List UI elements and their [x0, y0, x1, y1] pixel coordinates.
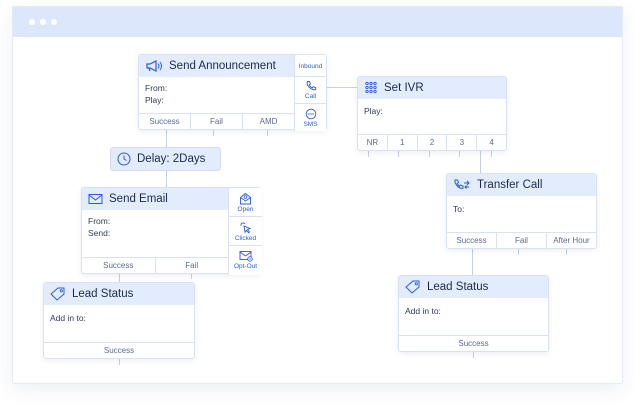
sms-tab[interactable]: SMS	[295, 104, 326, 131]
transfer-call-node[interactable]: Transfer Call To: Success Fail After Hou…	[446, 173, 597, 249]
output-key-3[interactable]: 3	[446, 135, 476, 150]
lead-status-node[interactable]: Lead Status Add in to: Success	[398, 275, 549, 352]
tag-icon	[50, 287, 66, 301]
send-announcement-node[interactable]: Send Announcement From: Play: Success Fa…	[138, 54, 327, 131]
from-field-label: From:	[88, 216, 111, 226]
email-outputs: Success Fail	[82, 257, 228, 273]
envelope-icon	[88, 193, 103, 205]
connector-announcement-ivr	[326, 87, 358, 88]
output-success[interactable]: Success	[399, 336, 548, 351]
set-ivr-title: Set IVR	[384, 82, 424, 94]
call-label: Call	[304, 93, 317, 100]
add-in-to-field-label: Add in to:	[50, 313, 86, 323]
ivr-outputs: NR 1 2 3 4	[358, 134, 506, 150]
inbound-label: Inbound	[298, 62, 323, 70]
delay-title: Delay: 2Days	[137, 153, 206, 165]
play-field-label: Play:	[364, 106, 383, 116]
connector-stub	[213, 130, 214, 136]
from-field-label: From:	[145, 83, 168, 93]
window-dot-minimize[interactable]	[40, 19, 46, 25]
connector-announcement-delay	[166, 130, 167, 147]
connector-email-lead	[119, 273, 120, 282]
clock-icon	[117, 152, 131, 166]
opt-out-tab[interactable]: Opt-Out	[229, 246, 262, 273]
send-field-label: Send:	[88, 228, 111, 238]
lead-status-outputs: Success	[44, 342, 194, 358]
send-email-title: Send Email	[109, 193, 168, 205]
transfer-outputs: Success Fail After Hour	[447, 232, 596, 248]
output-success[interactable]: Success	[447, 233, 496, 248]
connector-stub	[368, 151, 369, 157]
connector-stub	[566, 249, 567, 255]
email-event-panel: Open Clicked Opt-Out	[228, 188, 262, 275]
sms-icon	[305, 108, 317, 120]
output-fail[interactable]: Fail	[154, 258, 229, 273]
sms-label: SMS	[303, 120, 318, 128]
connector-stub	[491, 151, 492, 157]
play-field-label: Play:	[145, 95, 164, 105]
connector-delay-email	[166, 171, 167, 187]
to-field-label: To:	[453, 204, 465, 214]
tag-icon	[405, 280, 421, 294]
keypad-icon	[364, 81, 378, 95]
connector-stub	[518, 249, 519, 255]
connector-stub	[398, 151, 399, 157]
connector-stub	[119, 359, 120, 365]
window-titlebar	[13, 7, 622, 37]
call-tab[interactable]: Call	[295, 77, 326, 104]
output-success[interactable]: Success	[139, 114, 190, 129]
output-after-hour[interactable]: After Hour	[546, 233, 596, 248]
opt-out-icon	[239, 250, 253, 262]
lead-status-header: Lead Status	[399, 276, 548, 298]
delay-node[interactable]: Delay: 2Days	[110, 147, 221, 171]
output-key-4[interactable]: 4	[476, 135, 506, 150]
output-success[interactable]: Success	[44, 343, 194, 358]
lead-status-title: Lead Status	[427, 281, 489, 293]
transfer-call-title: Transfer Call	[477, 179, 543, 191]
output-key-1[interactable]: 1	[386, 135, 417, 150]
connector-stub	[429, 151, 430, 157]
open-tab[interactable]: Open	[229, 188, 262, 217]
lead-status-node[interactable]: Lead Status Add in to: Success	[43, 282, 195, 359]
window-dot-close[interactable]	[29, 19, 35, 25]
output-key-2[interactable]: 2	[416, 135, 447, 150]
connector-ivr-transfer	[480, 151, 481, 173]
send-email-node[interactable]: Send Email From: Send: Success Fail Open…	[81, 187, 262, 275]
output-success[interactable]: Success	[82, 258, 155, 273]
lead-status-header: Lead Status	[44, 283, 194, 305]
transfer-phone-icon	[453, 178, 471, 192]
lead-status-title: Lead Status	[72, 288, 134, 300]
open-label: Open	[237, 205, 254, 213]
send-announcement-header: Send Announcement	[139, 55, 294, 77]
output-fail[interactable]: Fail	[496, 233, 546, 248]
cursor-click-icon	[239, 221, 252, 234]
window-dot-maximize[interactable]	[51, 19, 57, 25]
phone-icon	[305, 80, 317, 92]
output-amd[interactable]: AMD	[242, 114, 294, 129]
connector-stub	[473, 352, 474, 358]
clicked-tab[interactable]: Clicked	[229, 217, 262, 246]
megaphone-icon	[145, 59, 163, 73]
announcement-outputs: Success Fail AMD	[139, 113, 294, 129]
lead-status-outputs: Success	[399, 335, 548, 351]
announcement-channel-panel: Inbound Call SMS	[294, 55, 326, 131]
connector-stub	[267, 130, 268, 136]
opt-out-label: Opt-Out	[233, 262, 258, 270]
set-ivr-node[interactable]: Set IVR Play: NR 1 2 3 4	[357, 76, 507, 151]
output-nr[interactable]: NR	[358, 135, 387, 150]
transfer-call-header: Transfer Call	[447, 174, 596, 196]
connector-stub	[459, 151, 460, 157]
set-ivr-header: Set IVR	[358, 77, 506, 99]
send-announcement-title: Send Announcement	[169, 60, 276, 72]
clicked-label: Clicked	[234, 234, 257, 242]
connector-transfer-lead	[472, 249, 473, 275]
send-email-header: Send Email	[82, 188, 228, 210]
add-in-to-field-label: Add in to:	[405, 306, 441, 316]
open-mail-icon	[239, 192, 252, 205]
inbound-tab[interactable]: Inbound	[295, 55, 326, 77]
output-fail[interactable]: Fail	[190, 114, 242, 129]
